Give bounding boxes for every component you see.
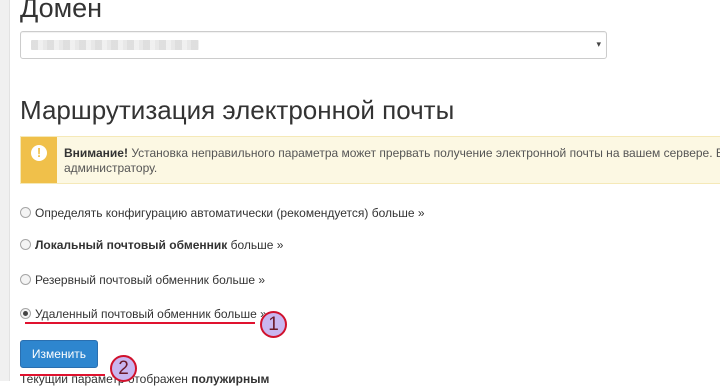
chevron-down-icon[interactable]: ▾ [596,39,601,50]
radio-button-selected[interactable] [20,308,31,319]
option-label: Локальный почтовый обменник [35,238,228,252]
annotation-underline-1 [25,322,255,324]
annotation-badge-2: 2 [110,355,137,382]
footnote-bold: полужирным [191,372,270,386]
alert-strong-label: Внимание! [64,146,128,160]
alert-accent-strip: ! [21,137,57,183]
radio-button[interactable] [20,207,31,218]
domain-select[interactable]: ▾ [20,31,607,59]
alert-text: Внимание! Установка неправильного параме… [64,146,720,176]
radio-option-remote[interactable]: Удаленный почтовый обменник больше » [20,307,267,321]
more-link[interactable]: больше » [209,273,265,287]
more-link[interactable]: больше » [211,307,267,321]
redacted-domain-value [31,40,199,50]
option-label: Удаленный почтовый обменник [35,307,211,321]
annotation-badge-1: 1 [260,311,287,338]
change-button[interactable]: Изменить [20,340,98,368]
radio-option-local[interactable]: Локальный почтовый обменник больше » [20,238,283,252]
option-label: Резервный почтовый обменник [35,273,209,287]
alert-message-line2: администратору. [64,161,158,175]
email-routing-heading: Маршрутизация электронной почты [20,95,455,125]
exclamation-icon: ! [31,145,47,161]
left-edge-panel [0,0,10,381]
radio-button[interactable] [20,239,31,250]
more-link[interactable]: больше » [368,206,425,220]
warning-alert: ! Внимание! Установка неправильного пара… [20,136,720,184]
annotation-underline-2 [20,374,105,376]
domain-heading: Домен [20,0,103,23]
alert-message: Установка неправильного параметра может … [127,146,720,160]
more-link[interactable]: больше » [227,238,284,252]
radio-option-backup[interactable]: Резервный почтовый обменник больше » [20,273,265,287]
radio-option-auto[interactable]: Определять конфигурацию автоматически (р… [20,206,425,220]
option-label: Определять конфигурацию автоматически (р… [35,206,369,220]
radio-button[interactable] [20,274,31,285]
